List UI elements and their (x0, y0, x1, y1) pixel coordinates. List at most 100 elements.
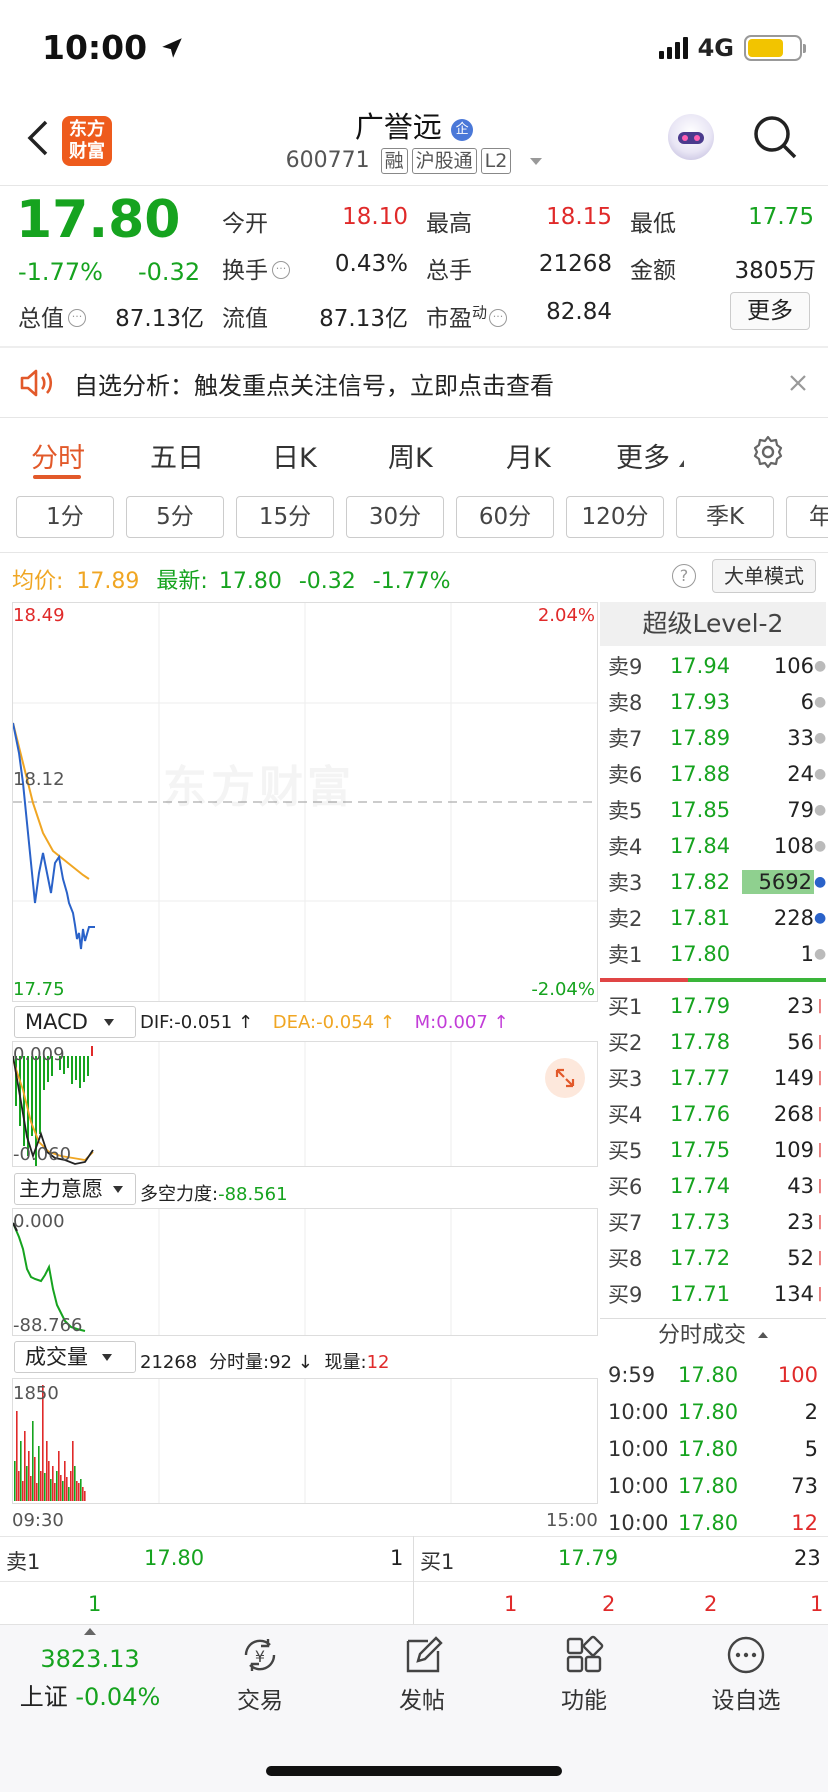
interval-60m[interactable]: 60分 (456, 496, 554, 538)
search-button[interactable] (752, 114, 798, 160)
level2-title[interactable]: 超级Level-2 (600, 602, 826, 646)
tick-time: 10:00 (608, 1399, 669, 1424)
ask-row[interactable]: 卖1 17.80 1 ● (600, 936, 826, 972)
help-icon[interactable]: ? (672, 564, 696, 588)
ask-row[interactable]: 卖6 17.88 24 ● (600, 756, 826, 792)
volume-bar (56, 1471, 58, 1501)
bid-queue-panel[interactable]: 买1 17.79 23 1 2 2 1 (414, 1536, 828, 1624)
interval-120m[interactable]: 120分 (566, 496, 664, 538)
info-icon[interactable]: ··· (68, 309, 86, 327)
expand-up-icon (84, 1628, 96, 1635)
robot-assistant-icon[interactable] (668, 114, 714, 160)
pe-label: 市盈动 ··· (426, 299, 508, 333)
bid-row[interactable]: 买4 17.76 268 | (600, 1096, 826, 1132)
info-icon[interactable]: ··· (272, 261, 290, 279)
ask-row-label: 卖9 (608, 655, 643, 679)
tab-week-k[interactable]: 周K (388, 436, 433, 475)
expand-button[interactable] (545, 1058, 585, 1098)
notice-bar[interactable]: 自选分析：触发重点关注信号，立即点击查看 (0, 349, 828, 417)
volume-bar (50, 1479, 52, 1501)
bid-row[interactable]: 买5 17.75 109 | (600, 1132, 826, 1168)
tick-time: 10:00 (608, 1473, 669, 1498)
bid-row[interactable]: 买2 17.78 56 | (600, 1024, 826, 1060)
bid-row-volume: 109 (773, 1138, 814, 1162)
volume-selector[interactable]: 成交量 (14, 1341, 136, 1373)
ask-row[interactable]: 卖2 17.81 228 ● (600, 900, 826, 936)
macd-chart[interactable]: 0.009 -0.060 (12, 1041, 598, 1167)
bid-row-price: 17.75 (669, 1138, 731, 1162)
main-force-chart-svg (13, 1209, 452, 1335)
main-force-top-label: 0.000 (13, 1211, 65, 1232)
bid-row[interactable]: 买1 17.79 23 | (600, 988, 826, 1024)
tick-row: 9:59 17.80 100 (600, 1356, 826, 1393)
bid-row-price: 17.79 (669, 994, 731, 1018)
settings-gear-icon[interactable] (750, 434, 786, 470)
tab-intraday[interactable]: 分时 (31, 436, 85, 475)
interval-1m[interactable]: 1分 (16, 496, 114, 538)
dot-icon: ● (814, 946, 827, 962)
main-force-chart[interactable]: 0.000 -88.766 (12, 1208, 598, 1336)
ask-row[interactable]: 卖5 17.85 79 ● (600, 792, 826, 828)
collapse-caret-icon (758, 1332, 768, 1338)
bid-row-volume: 23 (787, 1210, 814, 1234)
bid-row[interactable]: 买7 17.73 23 | (600, 1204, 826, 1240)
dot-icon: ● (814, 658, 827, 674)
ask-row[interactable]: 卖8 17.93 6 ● (600, 684, 826, 720)
index-widget[interactable]: 3823.13 上证 -0.04% (10, 1628, 170, 1738)
ask-row-price: 17.81 (669, 906, 731, 930)
volume-bar (64, 1461, 66, 1501)
dot-icon: ● (814, 838, 827, 854)
main-force-selector[interactable]: 主力意愿 (14, 1173, 136, 1205)
volume-bar (80, 1479, 82, 1501)
grid-icon (566, 1635, 604, 1673)
tick-row: 10:00 17.80 5 (600, 1430, 826, 1467)
ask-row[interactable]: 卖3 17.82 5692 ● (600, 864, 826, 900)
prev-close-label: 18.12 (13, 769, 65, 790)
nav-functions[interactable]: 功能 (514, 1635, 654, 1715)
interval-year-k[interactable]: 年 (786, 496, 828, 538)
nav-trade[interactable]: ¥ 交易 (190, 1635, 330, 1715)
tab-more[interactable]: 更多 (616, 436, 684, 475)
bid-row[interactable]: 买9 17.71 134 | (600, 1276, 826, 1312)
tick-row: 10:00 17.80 73 (600, 1467, 826, 1504)
interval-30m[interactable]: 30分 (346, 496, 444, 538)
macd-selector[interactable]: MACD (14, 1006, 136, 1038)
ask-row[interactable]: 卖9 17.94 106 ● (600, 648, 826, 684)
macd-top-label: 0.009 (13, 1044, 65, 1065)
tab-day-k[interactable]: 日K (272, 436, 317, 475)
ask-row-label: 卖4 (608, 835, 643, 859)
time-end-label: 15:00 (546, 1510, 598, 1531)
interval-season-k[interactable]: 季K (676, 496, 774, 538)
bid-row[interactable]: 买3 17.77 149 | (600, 1060, 826, 1096)
tick-row: 10:00 17.80 12 (600, 1504, 826, 1541)
bid-row[interactable]: 买6 17.74 43 | (600, 1168, 826, 1204)
ask-queue-panel[interactable]: 卖1 17.80 1 1 (0, 1536, 414, 1624)
tab-month-k[interactable]: 月K (506, 436, 551, 475)
intraday-chart[interactable]: 东方财富 18.49 2.04% 18.12 17.75 -2.04% (12, 602, 598, 1002)
tab-five-day[interactable]: 五日 (150, 436, 204, 475)
more-quote-button[interactable]: 更多 (730, 292, 810, 330)
ticks-title[interactable]: 分时成交 (600, 1318, 826, 1354)
quote-divider (0, 346, 828, 348)
big-order-mode-button[interactable]: 大单模式 (712, 559, 816, 593)
interval-5m[interactable]: 5分 (126, 496, 224, 538)
volume-chart-svg (14, 1379, 452, 1503)
time-start-label: 09:30 (12, 1510, 64, 1531)
bar-mark: | (817, 1286, 823, 1302)
ask-row[interactable]: 卖4 17.84 108 ● (600, 828, 826, 864)
bid-row-label: 买7 (608, 1211, 643, 1235)
ask-row-label: 卖5 (608, 799, 643, 823)
volume-chart[interactable]: 1850 (12, 1378, 598, 1504)
volume-bar (54, 1483, 56, 1501)
interval-15m[interactable]: 15分 (236, 496, 334, 538)
volume-bar (32, 1421, 34, 1501)
open-label: 今开 (222, 211, 268, 237)
bid-row-label: 买2 (608, 1031, 643, 1055)
nav-add-watchlist[interactable]: 设自选 (676, 1635, 816, 1715)
info-icon[interactable]: ··· (489, 309, 508, 327)
ask-row[interactable]: 卖7 17.89 33 ● (600, 720, 826, 756)
nav-post[interactable]: 发帖 (352, 1635, 492, 1715)
bid-row-price: 17.78 (669, 1030, 731, 1054)
close-icon[interactable] (788, 373, 808, 393)
bid-row[interactable]: 买8 17.72 52 | (600, 1240, 826, 1276)
